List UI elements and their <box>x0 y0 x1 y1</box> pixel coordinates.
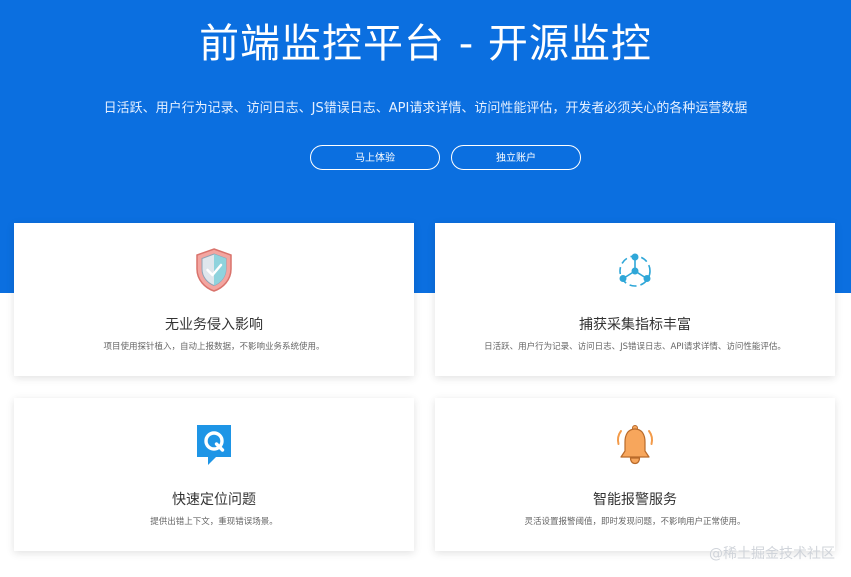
feature-title: 捕获采集指标丰富 <box>579 317 691 333</box>
feature-card-locate-issues: 快速定位问题 提供出错上下文，重现错误场景。 <box>14 398 414 551</box>
try-now-button[interactable]: 马上体验 <box>310 145 440 170</box>
feature-card-no-intrusion: 无业务侵入影响 项目使用探针植入，自动上报数据，不影响业务系统使用。 <box>14 223 414 376</box>
hero-subtitle: 日活跃、用户行为记录、访问日志、JS错误日志、API请求详情、访问性能评估，开发… <box>103 101 748 116</box>
feature-description: 日活跃、用户行为记录、访问日志、JS错误日志、API请求详情、访问性能评估。 <box>484 342 786 352</box>
watermark: @稀土掘金技术社区 <box>709 546 835 562</box>
independent-account-button[interactable]: 独立账户 <box>451 145 581 170</box>
q-chat-icon <box>194 422 234 468</box>
network-nodes-icon <box>615 247 655 293</box>
feature-card-rich-metrics: 捕获采集指标丰富 日活跃、用户行为记录、访问日志、JS错误日志、API请求详情、… <box>435 223 835 376</box>
feature-description: 灵活设置报警阈值，即时发现问题，不影响用户正常使用。 <box>524 517 746 527</box>
feature-title: 无业务侵入影响 <box>165 317 263 333</box>
feature-description: 项目使用探针植入，自动上报数据，不影响业务系统使用。 <box>103 342 325 352</box>
page-title: 前端监控平台 - 开源监控 <box>199 21 652 67</box>
feature-description: 提供出错上下文，重现错误场景。 <box>150 517 278 527</box>
feature-card-smart-alerts: 智能报警服务 灵活设置报警阈值，即时发现问题，不影响用户正常使用。 <box>435 398 835 551</box>
feature-title: 智能报警服务 <box>593 492 677 508</box>
bell-alarm-icon <box>615 422 655 468</box>
feature-title: 快速定位问题 <box>172 492 256 508</box>
shield-check-icon <box>194 247 234 293</box>
